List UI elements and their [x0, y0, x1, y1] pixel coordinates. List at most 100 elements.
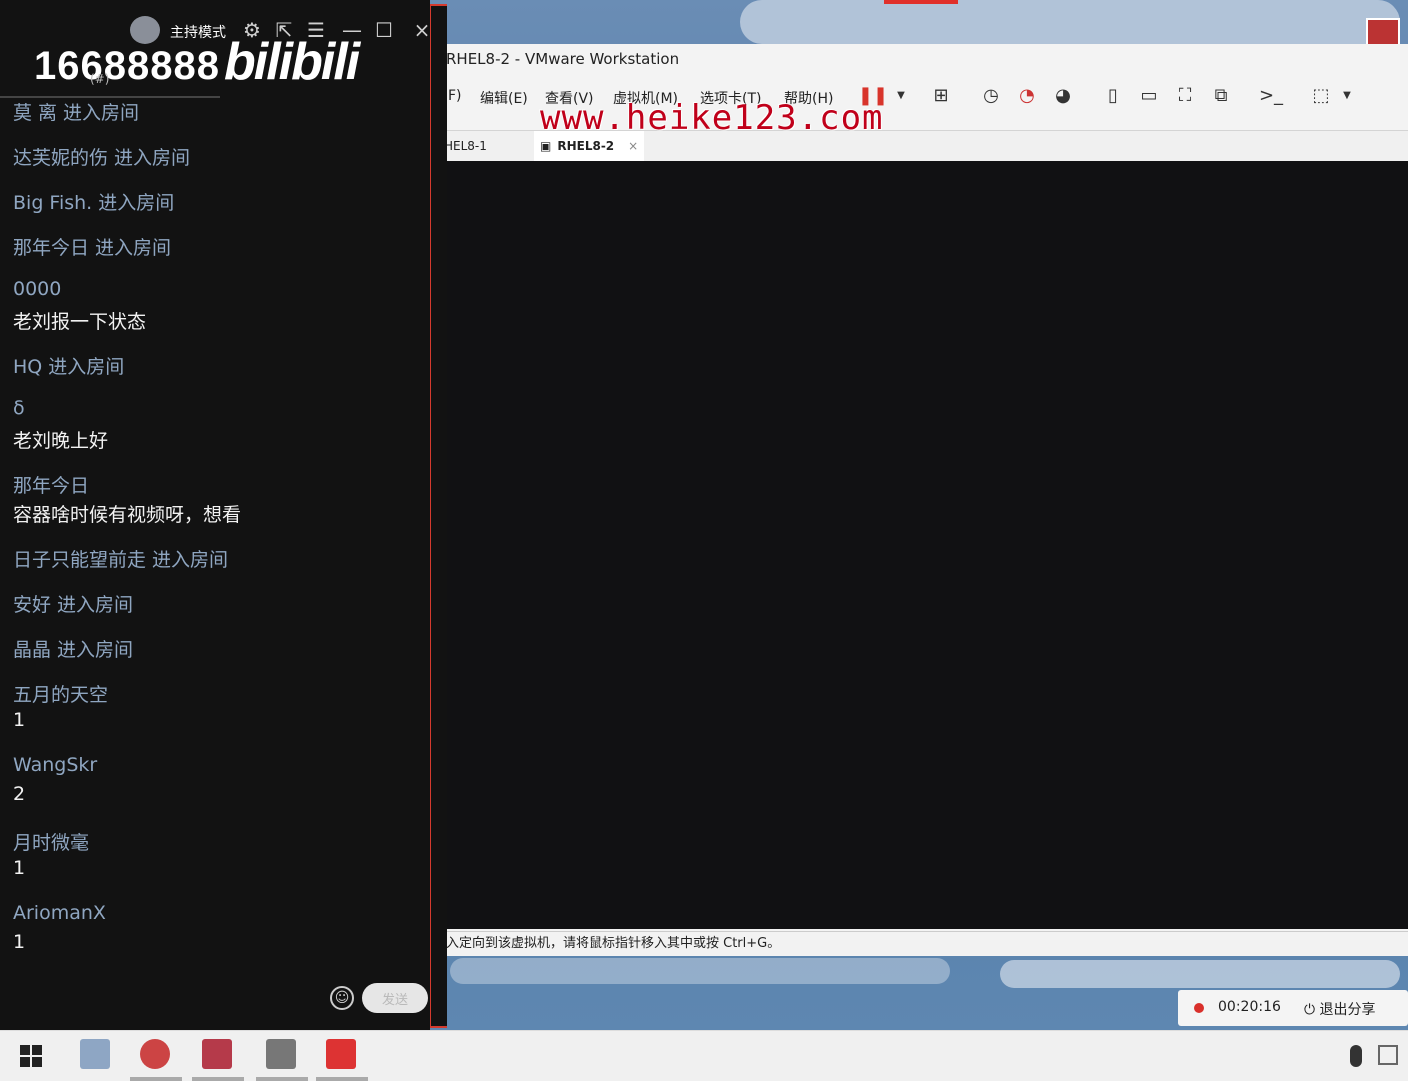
maximize-icon[interactable]: ☐ — [372, 18, 396, 42]
message-user[interactable]: 那年今日 — [13, 237, 89, 259]
message-item: HQ 进入房间 — [13, 352, 124, 379]
panel-header: 主持模式 ⚙ ⇱ ☰ — ☐ × 16688888 bilibili (#) — [0, 0, 430, 100]
message-item: 五月的天空 — [13, 680, 108, 707]
message-item: Big Fish. 进入房间 — [13, 188, 174, 215]
room-sub-label: (#) — [90, 72, 110, 86]
panel-border — [429, 4, 447, 1028]
snapshot-icon[interactable]: ◷ — [980, 84, 1002, 106]
message-item: AriomanX — [13, 902, 106, 924]
message-user[interactable]: 0000 — [13, 278, 61, 300]
message-user[interactable]: WangSkr — [13, 754, 97, 776]
stretch-icon[interactable]: ⬚ — [1310, 84, 1332, 106]
message-item: 安好 进入房间 — [13, 590, 133, 617]
message-action: 进入房间 — [98, 192, 175, 214]
vm-player-icon[interactable] — [266, 1039, 296, 1069]
message-content: 1 — [13, 931, 26, 953]
host-mode-label[interactable]: 主持模式 — [170, 22, 226, 42]
message-user[interactable]: 日子只能望前走 — [13, 549, 146, 571]
message-item: 那年今日 进入房间 — [13, 233, 171, 260]
unity-icon[interactable]: ⧉ — [1210, 84, 1232, 106]
top-red-strip — [884, 0, 958, 4]
message-item: δ — [13, 397, 25, 419]
message-item: 达芙妮的伤 进入房间 — [13, 143, 190, 170]
vmware-window: RHEL8-2 - VMware Workstation F) 编辑(E) 查看… — [430, 44, 1408, 956]
menu-file[interactable]: F) — [448, 88, 462, 104]
message-action: 进入房间 — [48, 356, 125, 378]
fullscreen-icon[interactable]: ⛶ — [1174, 84, 1196, 106]
message-user[interactable]: AriomanX — [13, 902, 106, 924]
message-item: 那年今日 — [13, 471, 89, 498]
room-id: 16688888 — [34, 44, 220, 88]
wallpaper-cloud — [740, 0, 1400, 44]
close-icon[interactable]: × — [628, 139, 638, 153]
message-action: 进入房间 — [63, 102, 140, 124]
active-indicator — [316, 1077, 368, 1081]
windows-start-icon[interactable] — [20, 1045, 42, 1067]
message-user[interactable]: 那年今日 — [13, 475, 89, 497]
avatar[interactable] — [130, 16, 160, 44]
snapshot-manager-icon[interactable]: ◕ — [1052, 84, 1074, 106]
window-title: RHEL8-2 - VMware Workstation — [446, 50, 680, 68]
dropdown-icon[interactable]: ▼ — [1336, 84, 1358, 106]
message-user[interactable]: δ — [13, 397, 25, 419]
microphone-icon[interactable] — [1350, 1045, 1362, 1067]
vmware-icon[interactable] — [202, 1039, 232, 1069]
menu-edit[interactable]: 编辑(E) — [480, 88, 528, 108]
message-user[interactable]: 达芙妮的伤 — [13, 147, 108, 169]
vm-display[interactable] — [430, 161, 1408, 929]
recording-time: 00:20:16 — [1218, 999, 1281, 1015]
message-user[interactable]: 晶晶 — [13, 639, 51, 661]
tab-label: RHEL8-2 — [557, 139, 615, 153]
status-bar: 入定向到该虚拟机，请将鼠标指针移入其中或按 Ctrl+G。 — [430, 931, 1408, 955]
message-user[interactable]: Big Fish. — [13, 192, 92, 214]
message-item: WangSkr — [13, 754, 97, 776]
active-indicator — [192, 1077, 244, 1081]
thumbnail-icon[interactable]: ▭ — [1138, 84, 1160, 106]
exit-share-label: 退出分享 — [1319, 1002, 1376, 1018]
message-item: 日子只能望前走 进入房间 — [13, 545, 228, 572]
message-item: 0000 — [13, 278, 61, 300]
record-icon — [1194, 1003, 1204, 1013]
dropdown-icon[interactable]: ▼ — [890, 84, 912, 106]
danmaku-panel: 主持模式 ⚙ ⇱ ☰ — ☐ × 16688888 bilibili (#) 莫… — [0, 0, 430, 1030]
vm-icon: ▣ — [540, 139, 552, 153]
message-user[interactable]: 月时微毫 — [13, 832, 89, 854]
message-user[interactable]: 莫 离 — [13, 102, 57, 124]
tab-rhel8-1[interactable]: HEL8-1 — [444, 131, 487, 161]
file-explorer-icon[interactable] — [80, 1039, 110, 1069]
send-button[interactable]: 发送 — [362, 983, 428, 1013]
watermark: www.heike123.com — [540, 98, 884, 138]
message-item: 晶晶 进入房间 — [13, 635, 133, 662]
message-action: 进入房间 — [152, 549, 229, 571]
exit-share-button[interactable]: ⏻ 退出分享 — [1304, 999, 1376, 1019]
notification-icon[interactable] — [1378, 1045, 1398, 1065]
message-user[interactable]: 安好 — [13, 594, 51, 616]
active-indicator — [256, 1077, 308, 1081]
close-icon[interactable]: × — [410, 18, 434, 42]
message-content: 老刘报一下状态 — [13, 311, 147, 333]
bilibili-logo: bilibili — [224, 33, 360, 91]
message-action: 进入房间 — [114, 147, 191, 169]
message-content: 1 — [13, 709, 26, 731]
message-item: 莫 离进入房间 — [13, 98, 139, 125]
wallpaper-cloud — [450, 958, 950, 984]
recording-bar: 00:20:16 ⏻ 退出分享 — [1178, 990, 1408, 1026]
tab-label: HEL8-1 — [444, 139, 487, 153]
taskbar — [0, 1030, 1408, 1081]
message-content: 1 — [13, 857, 26, 879]
message-action: 进入房间 — [95, 237, 172, 259]
message-action: 进入房间 — [57, 594, 134, 616]
revert-snapshot-icon[interactable]: ◔ — [1016, 84, 1038, 106]
app-icon[interactable] — [326, 1039, 356, 1069]
send-keys-icon[interactable]: ⊞ — [930, 84, 952, 106]
message-action: 进入房间 — [57, 639, 134, 661]
browser-icon[interactable] — [140, 1039, 170, 1069]
emoji-icon[interactable]: ☺ — [330, 986, 354, 1010]
message-content: 容器啥时候有视频呀，想看 — [13, 504, 242, 526]
message-user[interactable]: 五月的天空 — [13, 684, 108, 706]
sidebar-toggle-icon[interactable]: ▯ — [1102, 84, 1124, 106]
active-indicator — [130, 1077, 182, 1081]
message-user[interactable]: HQ — [13, 356, 42, 378]
console-icon[interactable]: >_ — [1259, 84, 1283, 106]
message-content: 老刘晚上好 — [13, 430, 109, 452]
